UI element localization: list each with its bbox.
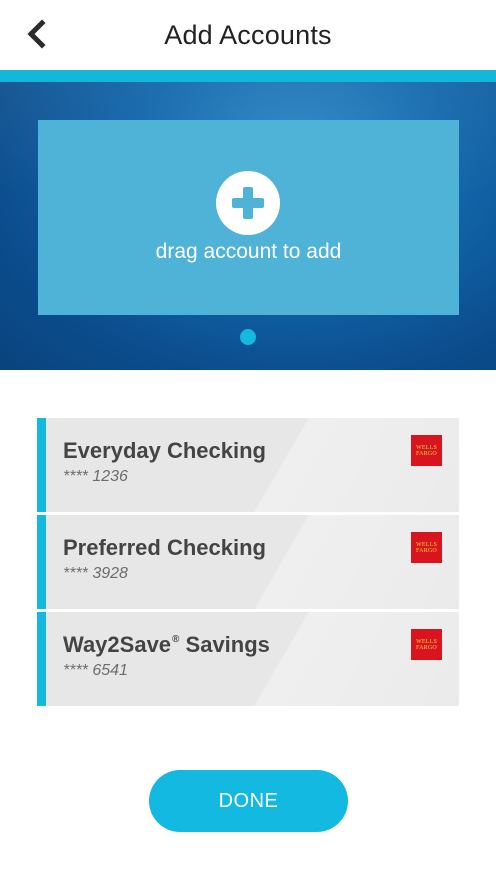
- accent-stripe: [0, 70, 496, 82]
- wells-fargo-logo: WELLS FARGO: [411, 435, 442, 466]
- drop-zone-label: drag account to add: [155, 240, 342, 263]
- account-number: **** 6541: [63, 662, 128, 679]
- account-card[interactable]: Everyday Checking **** 1236 WELLS FARGO: [37, 418, 459, 512]
- account-name: Way2Save® Savings: [63, 632, 270, 657]
- plus-circle-icon: [216, 171, 280, 235]
- header-bar: Add Accounts: [0, 0, 496, 70]
- carousel-page-indicator[interactable]: [240, 329, 256, 345]
- account-drop-carousel: drag account to add: [0, 82, 496, 370]
- done-button[interactable]: DONE: [149, 770, 348, 832]
- account-number: **** 1236: [63, 468, 128, 485]
- account-card[interactable]: Preferred Checking **** 3928 WELLS FARGO: [37, 515, 459, 609]
- wells-fargo-logo: WELLS FARGO: [411, 532, 442, 563]
- account-name: Preferred Checking: [63, 535, 266, 560]
- account-name: Everyday Checking: [63, 438, 266, 463]
- account-number: **** 3928: [63, 565, 128, 582]
- account-drop-zone[interactable]: drag account to add: [38, 120, 459, 315]
- account-list: Everyday Checking **** 1236 WELLS FARGO P…: [37, 418, 459, 709]
- account-card[interactable]: Way2Save® Savings **** 6541 WELLS FARGO: [37, 612, 459, 706]
- page-title: Add Accounts: [164, 20, 332, 50]
- wells-fargo-logo: WELLS FARGO: [411, 629, 442, 660]
